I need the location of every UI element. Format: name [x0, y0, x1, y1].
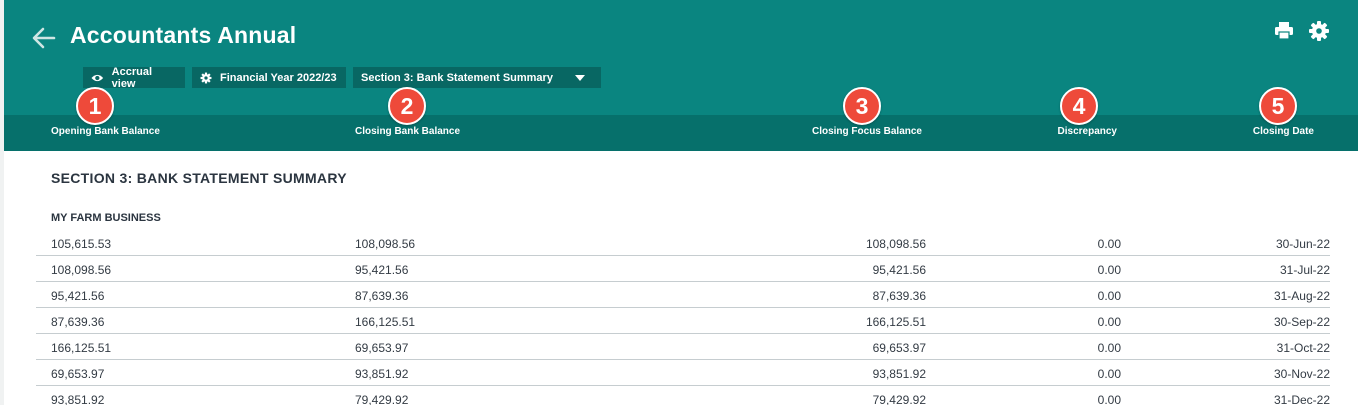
- report-frame: Accountants Annual Accrual view Financia…: [4, 0, 1358, 405]
- eye-icon: [91, 74, 104, 81]
- opening-bank-balance-cell: 166,125.51: [51, 341, 112, 355]
- closing-focus-balance-cell: 108,098.56: [865, 237, 926, 251]
- discrepancy-cell: 0.00: [1097, 289, 1121, 303]
- column-badge-2: 2: [388, 87, 426, 125]
- closing-focus-balance-cell: 166,125.51: [865, 315, 926, 329]
- table-row: 87,639.36 166,125.51 166,125.51 0.00 30-Sep-…: [36, 308, 1330, 334]
- section-title: SECTION 3: BANK STATEMENT SUMMARY: [51, 170, 347, 186]
- closing-date-cell: 30-Nov-22: [1273, 367, 1330, 381]
- section-select[interactable]: Section 3: Bank Statement Summary: [353, 67, 601, 88]
- closing-date-cell: 31-Aug-22: [1273, 289, 1330, 303]
- printer-icon[interactable]: [1273, 20, 1295, 42]
- table-row: 108,098.56 95,421.56 95,421.56 0.00 31-Jul-2…: [36, 256, 1330, 282]
- opening-bank-balance-cell: 105,615.53: [51, 237, 112, 251]
- gear-icon[interactable]: [1308, 20, 1330, 42]
- gear-icon: [200, 72, 212, 83]
- accrual-view-chip[interactable]: Accrual view: [83, 65, 185, 90]
- group-label: MY FARM BUSINESS: [51, 212, 161, 224]
- opening-bank-balance-cell: 93,851.92: [51, 393, 105, 405]
- discrepancy-cell: 0.00: [1097, 341, 1121, 355]
- column-badge-5: 5: [1259, 87, 1297, 125]
- page-title: Accountants Annual: [70, 22, 297, 48]
- discrepancy-cell: 0.00: [1097, 393, 1121, 405]
- back-arrow-icon[interactable]: [30, 24, 58, 52]
- table-row: 166,125.51 69,653.97 69,653.97 0.00 31-Oct-2…: [36, 334, 1330, 360]
- opening-bank-balance-cell: 69,653.97: [51, 367, 105, 381]
- table-row: 95,421.56 87,639.36 87,639.36 0.00 31-Aug-22: [36, 282, 1330, 308]
- statement-table: 105,615.53 108,098.56 108,098.56 0.00 30-Jun…: [36, 230, 1330, 405]
- financial-year-chip[interactable]: Financial Year 2022/23: [192, 67, 346, 88]
- closing-focus-balance-cell: 69,653.97: [872, 341, 926, 355]
- opening-bank-balance-cell: 95,421.56: [51, 289, 105, 303]
- closing-focus-balance-cell: 87,639.36: [872, 289, 926, 303]
- closing-bank-balance-cell: 79,429.92: [355, 393, 409, 405]
- closing-focus-balance-cell: 95,421.56: [872, 263, 926, 277]
- closing-bank-balance-cell: 69,653.97: [355, 341, 409, 355]
- column-header-closing-date[interactable]: Closing Date: [1253, 126, 1314, 137]
- table-row: 69,653.97 93,851.92 93,851.92 0.00 30-Nov-22: [36, 360, 1330, 386]
- opening-bank-balance-cell: 87,639.36: [51, 315, 105, 329]
- table-row: 93,851.92 79,429.92 79,429.92 0.00 31-Dec-22: [36, 386, 1330, 405]
- accrual-view-label: Accrual view: [111, 65, 152, 90]
- discrepancy-cell: 0.00: [1097, 263, 1121, 277]
- closing-date-cell: 30-Sep-22: [1273, 315, 1330, 329]
- report-header: Accountants Annual Accrual view Financia…: [4, 0, 1358, 151]
- closing-bank-balance-cell: 95,421.56: [355, 263, 409, 277]
- discrepancy-cell: 0.00: [1097, 315, 1121, 329]
- closing-bank-balance-cell: 166,125.51: [355, 315, 416, 329]
- column-badge-1: 1: [76, 87, 114, 125]
- financial-year-label: Financial Year 2022/23: [220, 71, 337, 84]
- column-header-opening-bank-balance[interactable]: Opening Bank Balance: [51, 126, 160, 137]
- column-header-closing-bank-balance[interactable]: Closing Bank Balance: [355, 126, 460, 137]
- closing-bank-balance-cell: 108,098.56: [355, 237, 416, 251]
- opening-bank-balance-cell: 108,098.56: [51, 263, 112, 277]
- closing-date-cell: 31-Jul-22: [1279, 263, 1330, 277]
- closing-date-cell: 31-Dec-22: [1273, 393, 1330, 405]
- closing-date-cell: 31-Oct-22: [1276, 341, 1330, 355]
- closing-bank-balance-cell: 93,851.92: [355, 367, 409, 381]
- discrepancy-cell: 0.00: [1097, 237, 1121, 251]
- discrepancy-cell: 0.00: [1097, 367, 1121, 381]
- page: Accountants Annual Accrual view Financia…: [0, 0, 1358, 405]
- column-header-closing-focus-balance[interactable]: Closing Focus Balance: [812, 126, 922, 137]
- column-badge-3: 3: [843, 87, 881, 125]
- closing-focus-balance-cell: 93,851.92: [872, 367, 926, 381]
- closing-focus-balance-cell: 79,429.92: [872, 393, 926, 405]
- table-row: 105,615.53 108,098.56 108,098.56 0.00 30-Jun…: [36, 230, 1330, 256]
- column-header-discrepancy[interactable]: Discrepancy: [1058, 126, 1117, 137]
- column-header-bar: [4, 115, 1358, 151]
- column-badge-4: 4: [1060, 87, 1098, 125]
- section-select-label: Section 3: Bank Statement Summary: [361, 71, 553, 84]
- closing-date-cell: 30-Jun-22: [1275, 237, 1330, 251]
- closing-bank-balance-cell: 87,639.36: [355, 289, 409, 303]
- caret-down-icon: [575, 74, 585, 81]
